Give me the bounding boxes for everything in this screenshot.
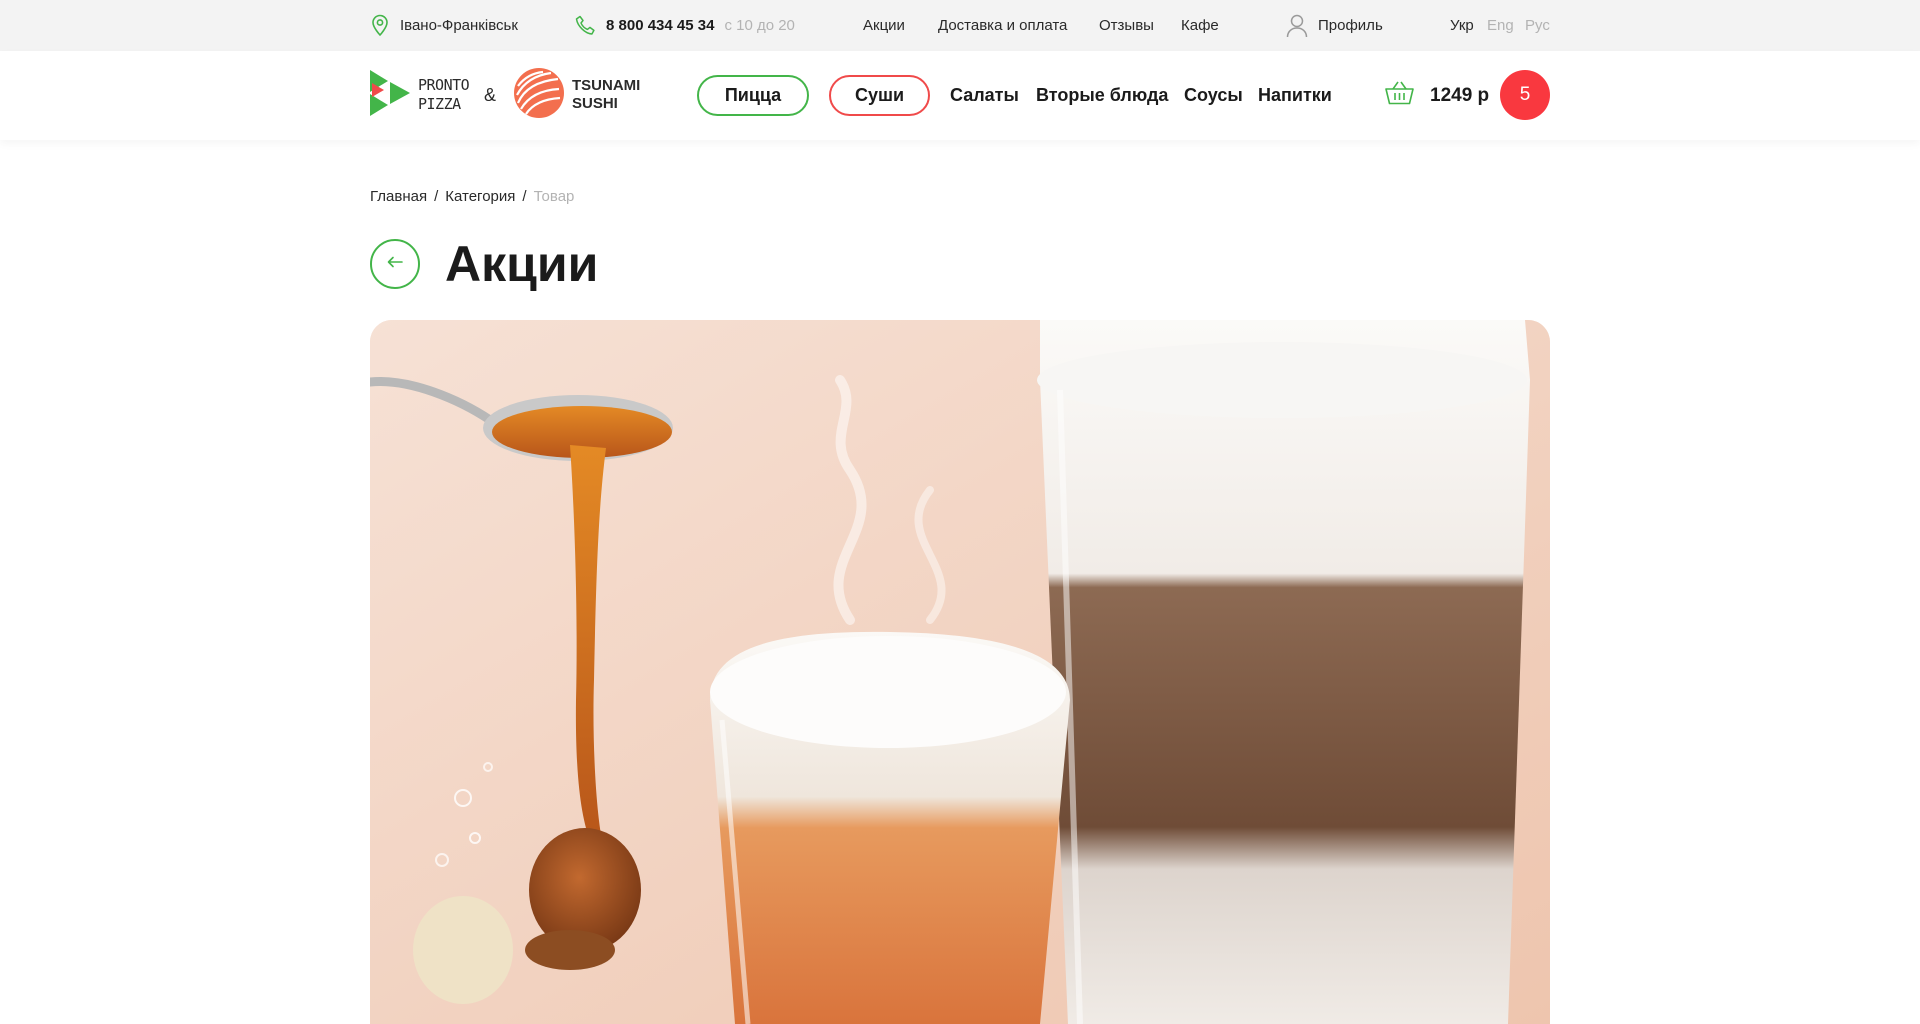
user-icon bbox=[1286, 14, 1308, 38]
pronto-pizza-triangles-icon bbox=[370, 69, 410, 121]
breadcrumb-separator: / bbox=[522, 188, 527, 205]
topbar-link-label: Доставка и оплата bbox=[938, 17, 1068, 34]
breadcrumb-category[interactable]: Категория bbox=[445, 188, 515, 205]
breadcrumb-home[interactable]: Главная bbox=[370, 188, 427, 205]
phone-icon bbox=[575, 15, 596, 36]
nav-main-dishes[interactable]: Вторые блюда bbox=[1036, 75, 1168, 116]
salmon-icon bbox=[513, 67, 565, 124]
location-pin-icon bbox=[370, 14, 390, 37]
nav-label: Суши bbox=[854, 85, 905, 105]
nav-label: Напитки bbox=[1258, 85, 1332, 105]
breadcrumb-separator: / bbox=[434, 188, 439, 205]
logo-line: TSUNAMI bbox=[572, 77, 641, 94]
logo-line: SUSHI bbox=[572, 95, 618, 112]
promo-hero-image bbox=[370, 320, 1550, 1024]
phone-number: 8 800 434 45 34 bbox=[606, 17, 715, 34]
phone-block[interactable]: 8 800 434 45 34 с 10 до 20 bbox=[575, 0, 795, 51]
cart-count-badge[interactable]: 5 bbox=[1500, 70, 1550, 120]
topbar-link-promo[interactable]: Акции bbox=[863, 0, 905, 51]
city-selector[interactable]: Івано-Франківськ bbox=[370, 0, 518, 51]
arrow-left-icon bbox=[387, 255, 403, 273]
topbar-link-delivery[interactable]: Доставка и оплата bbox=[938, 0, 1067, 51]
profile-label: Профиль bbox=[1318, 17, 1383, 34]
page-title: Акции bbox=[445, 236, 599, 292]
city-name: Івано-Франківськ bbox=[400, 17, 518, 34]
topbar-link-label: Кафе bbox=[1181, 17, 1219, 34]
lang-eng[interactable]: Eng bbox=[1487, 0, 1514, 51]
topbar-link-reviews[interactable]: Отзывы bbox=[1099, 0, 1154, 51]
lang-label: Укр bbox=[1450, 17, 1474, 34]
lang-ukr[interactable]: Укр bbox=[1450, 0, 1474, 51]
nav-pizza-button[interactable]: Пицца bbox=[697, 75, 809, 116]
pronto-pizza-logo[interactable]: PRONTO PIZZA bbox=[370, 69, 470, 121]
nav-label: Вторые блюда bbox=[1036, 85, 1169, 105]
lang-label: Рус bbox=[1525, 17, 1550, 34]
lang-rus[interactable]: Рус bbox=[1525, 0, 1550, 51]
logo-line: PRONTO bbox=[418, 76, 470, 94]
back-button[interactable] bbox=[370, 239, 420, 289]
logo-line: PIZZA bbox=[418, 95, 461, 113]
logo-ampersand: & bbox=[484, 84, 497, 105]
lang-label: Eng bbox=[1487, 17, 1514, 34]
nav-label: Соусы bbox=[1184, 85, 1243, 105]
nav-sushi-button[interactable]: Суши bbox=[829, 75, 930, 116]
nav-label: Салаты bbox=[950, 85, 1019, 105]
topbar-link-label: Акции bbox=[863, 17, 905, 34]
cart-summary[interactable]: 1249 р bbox=[1385, 75, 1489, 116]
nav-salads[interactable]: Салаты bbox=[950, 75, 1019, 116]
nav-label: Пицца bbox=[724, 85, 782, 105]
nav-drinks[interactable]: Напитки bbox=[1258, 75, 1332, 116]
nav-sauces[interactable]: Соусы bbox=[1184, 75, 1243, 116]
basket-icon bbox=[1385, 81, 1414, 111]
topbar-link-label: Отзывы bbox=[1099, 17, 1154, 34]
cart-total: 1249 р bbox=[1430, 84, 1490, 106]
breadcrumb: Главная / Категория / Товар bbox=[370, 188, 574, 205]
topbar-link-cafe[interactable]: Кафе bbox=[1181, 0, 1219, 51]
profile-link[interactable]: Профиль bbox=[1286, 0, 1383, 51]
tsunami-sushi-logo[interactable]: TSUNAMI SUSHI bbox=[513, 67, 641, 124]
breadcrumb-current: Товар bbox=[533, 188, 575, 205]
working-hours: с 10 до 20 bbox=[724, 17, 795, 34]
cart-count: 5 bbox=[1519, 84, 1531, 105]
